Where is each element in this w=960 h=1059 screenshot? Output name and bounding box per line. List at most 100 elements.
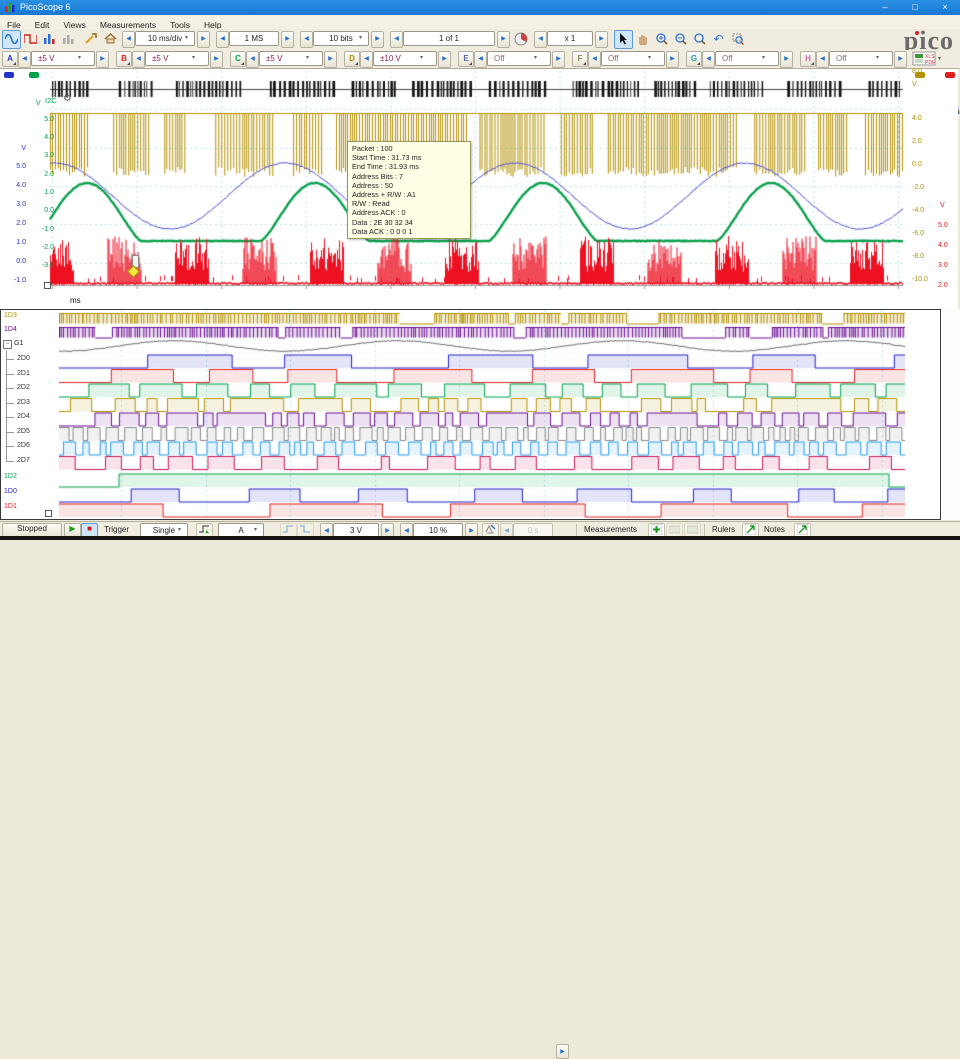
tree-expander-icon[interactable]: − — [3, 340, 12, 349]
buffer-prev-button[interactable]: ◀ — [390, 31, 403, 48]
close-button[interactable]: × — [930, 0, 960, 15]
olive-axis-tick: -8.0 — [912, 253, 938, 260]
digital-label-1d4[interactable]: 1D4 — [4, 326, 17, 334]
zoom-out-icon — [675, 33, 687, 45]
samples-prev-button[interactable]: ◀ — [216, 31, 229, 48]
channel-range-prev-button[interactable]: ◀ — [360, 51, 373, 68]
chevron-down-icon[interactable]: ▾ — [938, 55, 941, 62]
channel-range-next-button[interactable]: ▶ — [780, 51, 793, 68]
channel-range-select[interactable]: ±5 V — [31, 51, 95, 66]
channel-range-select[interactable]: ±5 V — [259, 51, 323, 66]
digital-label-2d3[interactable]: 2D3 — [17, 399, 30, 407]
digital-plot-area[interactable] — [59, 310, 905, 519]
channel-range-prev-button[interactable]: ◀ — [588, 51, 601, 68]
persistence-view-button[interactable] — [21, 30, 40, 49]
channel-a-chip[interactable] — [4, 72, 14, 78]
samples-input[interactable]: 1 MS — [229, 31, 279, 46]
spectrum-view-button[interactable] — [40, 30, 59, 49]
add-icon — [651, 524, 662, 535]
digital-label-2d1[interactable]: 2D1 — [17, 370, 30, 378]
minimize-button[interactable]: – — [870, 0, 900, 15]
channel-c-chip[interactable] — [29, 72, 39, 78]
olive-axis-tick: 4.0 — [912, 115, 938, 122]
buffer-next-button[interactable]: ▶ — [497, 31, 510, 48]
zoom-prev-button[interactable]: ◀ — [534, 31, 547, 48]
channel-range-select[interactable]: Off — [601, 51, 665, 66]
zoom-in-tool-button[interactable] — [652, 30, 671, 49]
timebase-prev-button[interactable]: ◀ — [122, 31, 135, 48]
channel-e-button[interactable]: E — [458, 51, 474, 67]
zoom-factor-value[interactable]: x 1 — [547, 31, 593, 46]
resolution-prev-button[interactable]: ◀ — [300, 31, 313, 48]
tooltip-line: End Time : 31.93 ms — [352, 162, 466, 171]
xy-view-button[interactable] — [59, 30, 78, 49]
select-tool-button[interactable] — [614, 30, 633, 49]
timebase-next-button[interactable]: ▶ — [197, 31, 210, 48]
splitter-handle-upper[interactable] — [44, 282, 51, 289]
channel-range-select[interactable]: ±5 V — [145, 51, 209, 66]
digital-label-2d0[interactable]: 2D0 — [17, 355, 30, 363]
export-file-icon[interactable]: XLSPDF — [912, 51, 936, 66]
olive-axis-tick: -10.0 — [912, 276, 938, 283]
channel-b-chip[interactable] — [945, 72, 955, 78]
channel-range-next-button[interactable]: ▶ — [96, 51, 109, 68]
channel-range-prev-button[interactable]: ◀ — [816, 51, 829, 68]
channel-group-f: F◀Off▾▶ — [572, 51, 684, 67]
marquee-zoom-button[interactable] — [728, 30, 747, 49]
buffer-page-value[interactable]: 1 of 1 — [403, 31, 495, 46]
digital-label-2d6[interactable]: 2D6 — [17, 442, 30, 450]
scope-plot-area[interactable] — [48, 71, 908, 289]
digital-label-1d2[interactable]: 1D2 — [4, 473, 17, 481]
probe-button[interactable] — [82, 30, 101, 49]
buffer-navigator-icon[interactable] — [514, 32, 528, 46]
resolution-control: ◀ 10 bits ▾ ▶ — [300, 31, 382, 46]
zoom-full-tool-button[interactable] — [690, 30, 709, 49]
gear-icon[interactable]: ⚙ — [63, 95, 72, 102]
scope-view-button[interactable] — [2, 30, 21, 49]
digital-label-2d5[interactable]: 2D5 — [17, 428, 30, 436]
channel-d-button[interactable]: D — [344, 51, 360, 67]
channel-g-button[interactable]: G — [686, 51, 702, 67]
digital-label-1d0[interactable]: 1D0 — [4, 488, 17, 496]
channel-range-select[interactable]: Off — [829, 51, 893, 66]
digital-label-2d2[interactable]: 2D2 — [17, 384, 30, 392]
digital-label-1d1[interactable]: 1D1 — [4, 503, 17, 511]
channel-b-button[interactable]: B — [116, 51, 132, 67]
pan-tool-button[interactable] — [633, 30, 652, 49]
rulers-label: Rulers — [712, 525, 735, 534]
channel-range-prev-button[interactable]: ◀ — [246, 51, 259, 68]
square-wave-icon — [24, 34, 37, 44]
channel-range-next-button[interactable]: ▶ — [552, 51, 565, 68]
delay-up-button[interactable]: ▶ — [556, 1044, 569, 1059]
digital-label-1d3[interactable]: 1D3 — [4, 312, 17, 320]
maximize-button[interactable]: □ — [900, 0, 930, 15]
zoom-out-tool-button[interactable] — [671, 30, 690, 49]
samples-next-button[interactable]: ▶ — [281, 31, 294, 48]
channel-range-prev-button[interactable]: ◀ — [18, 51, 31, 68]
red-axis-unit: V — [940, 202, 945, 209]
resolution-next-button[interactable]: ▶ — [371, 31, 384, 48]
undo-zoom-button[interactable]: ↶ — [709, 30, 728, 49]
channel-range-next-button[interactable]: ▶ — [210, 51, 223, 68]
digital-label-2d4[interactable]: 2D4 — [17, 413, 30, 421]
green-axis-tick: 5.0 — [30, 116, 54, 123]
channel-range-prev-button[interactable]: ◀ — [702, 51, 715, 68]
digital-label-g1[interactable]: G1 — [14, 340, 23, 348]
channel-range-prev-button[interactable]: ◀ — [132, 51, 145, 68]
channel-f-button[interactable]: F — [572, 51, 588, 67]
channel-range-select[interactable]: Off — [715, 51, 779, 66]
splitter-handle-lower[interactable] — [45, 510, 52, 517]
channel-range-next-button[interactable]: ▶ — [666, 51, 679, 68]
channel-range-next-button[interactable]: ▶ — [894, 51, 907, 68]
home-button[interactable] — [101, 30, 120, 49]
channel-range-select[interactable]: ±10 V — [373, 51, 437, 66]
zoom-next-button[interactable]: ▶ — [595, 31, 608, 48]
channel-range-next-button[interactable]: ▶ — [438, 51, 451, 68]
digital-label-2d7[interactable]: 2D7 — [17, 457, 30, 465]
channel-c-button[interactable]: C — [230, 51, 246, 67]
channel-range-select[interactable]: Off — [487, 51, 551, 66]
channel-range-next-button[interactable]: ▶ — [324, 51, 337, 68]
channel-range-prev-button[interactable]: ◀ — [474, 51, 487, 68]
channel-h-button[interactable]: H — [800, 51, 816, 67]
channel-a-button[interactable]: A — [2, 51, 18, 67]
